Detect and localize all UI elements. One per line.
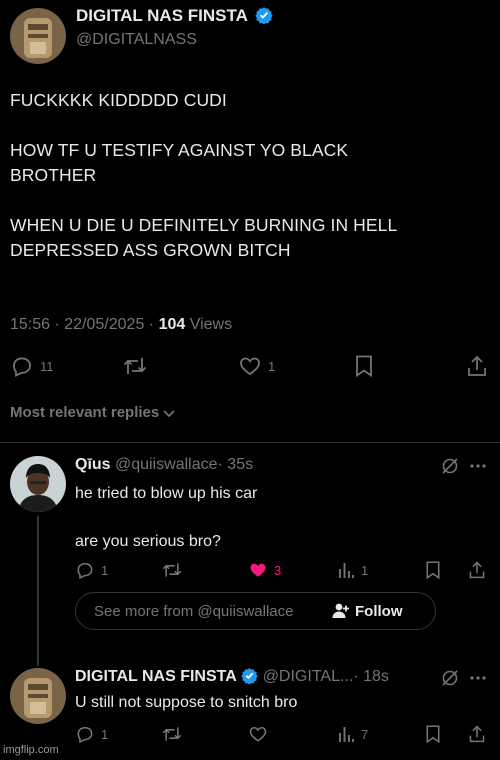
avatar-image xyxy=(10,456,66,512)
main-handle[interactable]: @DIGITALNASS xyxy=(76,31,197,49)
heart-filled-icon xyxy=(250,563,266,577)
share-icon xyxy=(468,355,486,376)
tweet-meta: 15:56 · 22/05/2025 · 104 Views xyxy=(10,316,232,334)
main-display-name[interactable]: DIGITAL NAS FINSTA xyxy=(76,6,248,25)
reply1-text: he tried to blow up his car are you seri… xyxy=(75,482,257,554)
verified-badge-icon xyxy=(254,7,273,25)
reply1-line: are you serious bro? xyxy=(75,533,221,550)
see-more-card[interactable]: See more from @quiiswallace Follow xyxy=(75,592,436,630)
reply2-header: DIGITAL NAS FINSTA @DIGITAL...· 18s xyxy=(75,667,389,686)
reply2-avatar[interactable] xyxy=(10,668,66,724)
reply1-avatar[interactable] xyxy=(10,456,66,512)
add-user-icon xyxy=(332,603,349,618)
reply1-header: Qīus @quiiswallace· 35s xyxy=(75,456,253,474)
reply2-views-button[interactable]: 7 xyxy=(337,724,368,744)
grok-icon[interactable] xyxy=(440,456,460,476)
bookmark-icon xyxy=(356,355,372,378)
like-button[interactable]: 1 xyxy=(238,354,275,378)
follow-label: Follow xyxy=(355,602,403,620)
repost-icon xyxy=(162,727,182,741)
reply-icon xyxy=(77,562,93,580)
reply2-handle[interactable]: @DIGITAL... xyxy=(263,668,354,685)
reply-button[interactable]: 11 xyxy=(10,354,54,378)
share-icon xyxy=(469,561,485,579)
reply2-like-button[interactable] xyxy=(248,724,268,744)
reply1-handle[interactable]: @quiiswallace xyxy=(115,456,218,473)
reply-count: 1 xyxy=(101,562,109,578)
tweet-timestamp[interactable]: 15:56 · 22/05/2025 · xyxy=(10,316,159,333)
thread-line xyxy=(37,516,39,666)
repost-icon xyxy=(162,563,182,577)
reply1-reply-button[interactable]: 1 xyxy=(75,560,108,580)
reply2-reply-button[interactable]: 1 xyxy=(75,724,108,744)
like-count: 3 xyxy=(274,562,282,578)
reply1-repost-button[interactable] xyxy=(161,560,183,580)
views-label: Views xyxy=(185,316,233,333)
repost-icon xyxy=(123,358,147,374)
replies-sort-label: Most relevant replies xyxy=(10,404,160,421)
avatar-image xyxy=(10,668,66,724)
verified-badge-icon xyxy=(241,667,258,684)
views-icon xyxy=(339,563,354,578)
divider xyxy=(0,442,500,443)
imgflip-watermark: imgflip.com xyxy=(3,744,59,756)
reply2-text: U still not suppose to snitch bro xyxy=(75,694,298,711)
reply2-time[interactable]: · 18s xyxy=(353,668,389,685)
tweet-paragraph: WHEN U DIE U DEFINITELY BURNING IN HELL … xyxy=(10,215,397,260)
heart-icon xyxy=(249,726,267,742)
views-icon xyxy=(339,727,354,742)
reply2-display-name[interactable]: DIGITAL NAS FINSTA xyxy=(75,668,237,685)
reply1-views-button[interactable]: 1 xyxy=(337,560,368,580)
bookmark-icon xyxy=(426,561,440,580)
more-icon[interactable] xyxy=(468,456,488,476)
reply1-display-name[interactable]: Qīus xyxy=(75,456,111,473)
reply1-like-button[interactable]: 3 xyxy=(248,560,281,580)
share-icon xyxy=(469,725,485,743)
repost-button[interactable] xyxy=(122,354,148,378)
bookmark-button[interactable] xyxy=(353,354,375,378)
reply2-share-button[interactable] xyxy=(468,724,486,744)
reply2-bookmark-button[interactable] xyxy=(424,724,442,744)
share-button[interactable] xyxy=(466,354,488,378)
reply-icon xyxy=(13,357,31,377)
reply1-bookmark-button[interactable] xyxy=(424,560,442,580)
chevron-down-icon xyxy=(163,409,175,417)
replies-sort-dropdown[interactable]: Most relevant replies xyxy=(10,404,176,421)
more-icon[interactable] xyxy=(468,668,488,688)
tweet-paragraph: HOW TF U TESTIFY AGAINST YO BLACK BROTHE… xyxy=(10,140,349,185)
see-more-text[interactable]: See more from @quiiswallace xyxy=(94,603,293,620)
reply-count: 11 xyxy=(40,358,54,374)
grok-icon[interactable] xyxy=(440,668,460,688)
avatar-image xyxy=(10,8,66,64)
reply1-share-button[interactable] xyxy=(468,560,486,580)
follow-button[interactable]: Follow xyxy=(332,602,403,620)
main-avatar[interactable] xyxy=(10,8,66,64)
main-tweet-text: FUCKKKK KIDDDDD CUDI HOW TF U TESTIFY AG… xyxy=(10,88,490,288)
reply-count: 1 xyxy=(101,726,109,742)
bookmark-icon xyxy=(426,725,440,744)
reply1-time[interactable]: · 35s xyxy=(218,456,254,473)
reply1-line: he tried to blow up his car xyxy=(75,485,258,502)
reply-icon xyxy=(77,726,93,744)
view-count: 1 xyxy=(361,562,369,578)
main-author[interactable]: DIGITAL NAS FINSTA xyxy=(76,6,273,26)
reply2-repost-button[interactable] xyxy=(161,724,183,744)
heart-icon xyxy=(240,357,260,376)
tweet-paragraph: FUCKKKK KIDDDDD CUDI xyxy=(10,90,227,110)
views-count: 104 xyxy=(158,316,186,333)
view-count: 7 xyxy=(361,726,369,742)
like-count: 1 xyxy=(268,358,276,374)
